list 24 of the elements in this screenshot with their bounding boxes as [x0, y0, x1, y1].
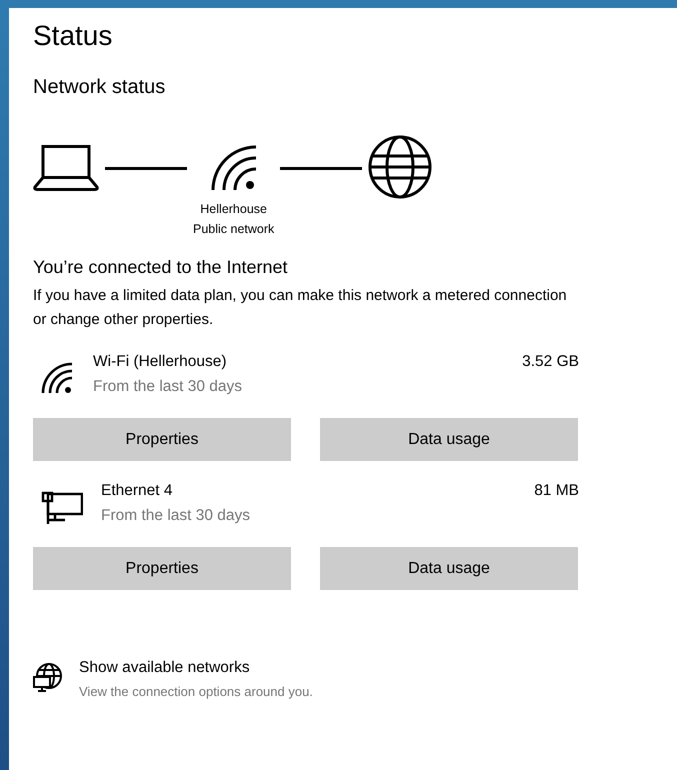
show-networks-link[interactable]: Show available networks	[79, 656, 579, 680]
data-usage-amount: 3.52 GB	[522, 352, 579, 372]
wifi-icon	[210, 145, 257, 191]
properties-button[interactable]: Properties	[33, 418, 291, 461]
connection-heading: You’re connected to the Internet	[33, 257, 289, 278]
connection-name: Ethernet 4	[101, 481, 174, 501]
usage-period: From the last 30 days	[101, 506, 252, 526]
globe-monitor-icon	[33, 662, 63, 694]
network-type: Public network	[193, 221, 274, 238]
section-heading: Network status	[33, 76, 166, 99]
globe-icon	[368, 135, 432, 199]
connection-description: If you have a limited data plan, you can make this network a metered connection or change other properties.	[33, 286, 568, 330]
properties-button[interactable]: Properties	[33, 547, 291, 590]
network-name: Hellerhouse	[200, 201, 267, 218]
laptop-icon	[33, 145, 99, 191]
connection-name: Wi-Fi (Hellerhouse)	[93, 352, 228, 372]
ethernet-icon	[41, 491, 83, 525]
wifi-icon	[41, 362, 75, 394]
data-usage-button[interactable]: Data usage	[320, 547, 578, 590]
show-networks-description: View the connection options around you.	[79, 683, 314, 701]
page-title: Status	[33, 20, 114, 52]
usage-period: From the last 30 days	[93, 377, 244, 397]
data-usage-amount: 81 MB	[534, 481, 579, 501]
data-usage-button[interactable]: Data usage	[320, 418, 578, 461]
